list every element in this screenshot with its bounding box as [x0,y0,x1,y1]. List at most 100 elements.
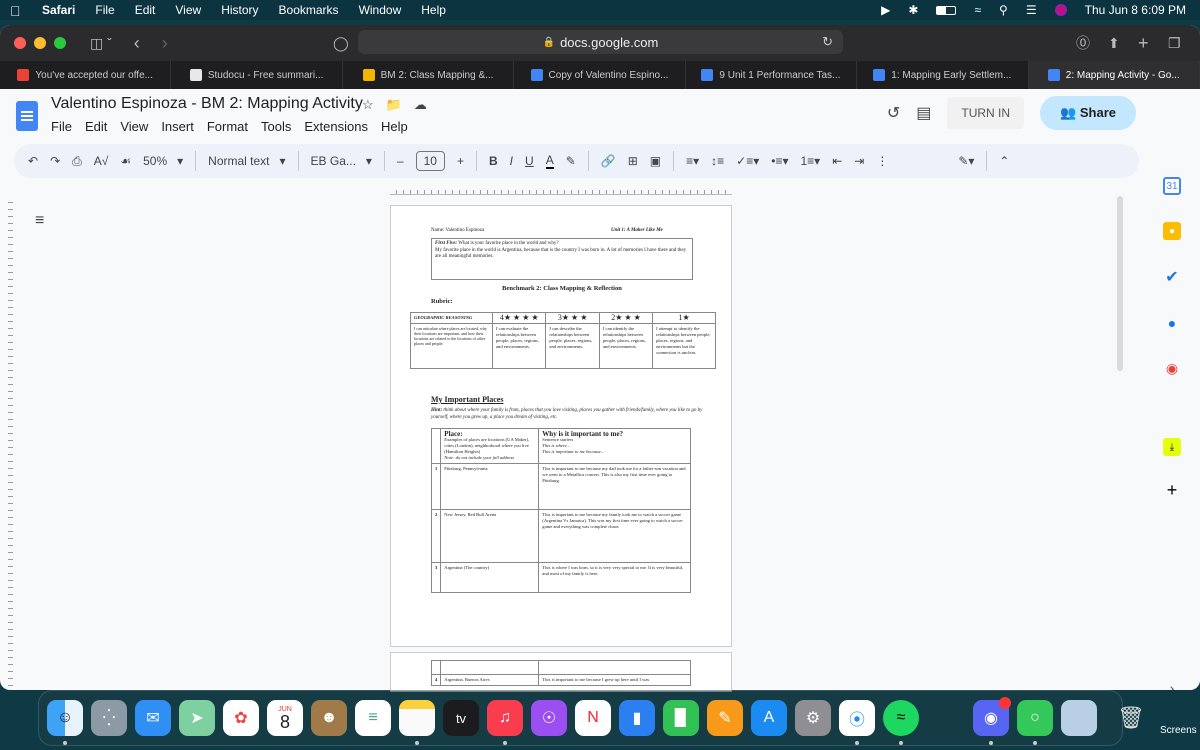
control-center-icon[interactable]: ☰ [1026,3,1037,17]
add-comment-icon[interactable]: ⊞ [628,154,638,168]
docs-menu-help[interactable]: Help [381,119,408,134]
news-icon[interactable]: N [575,700,611,736]
menu-view[interactable]: View [175,3,201,17]
music-icon[interactable]: ♫ [487,700,523,736]
play-icon[interactable]: ▶ [881,3,890,17]
system-settings-icon[interactable]: ⚙ [795,700,831,736]
underline-button[interactable]: U [525,154,534,168]
safari-app-icon[interactable]: ⦿ [839,700,875,736]
line-spacing-icon[interactable]: ↕≡ [711,154,724,168]
downloads-icon[interactable]: ⓪ [1076,33,1090,53]
document-outline-icon[interactable]: ≡ [35,212,44,230]
browser-tab[interactable]: Copy of Valentino Espino... [514,61,686,89]
browser-tab[interactable]: 1: Mapping Early Settlem... [857,61,1029,89]
document-page-2[interactable]: 4 Argentina, Buenos Aires This is import… [390,652,732,692]
font-size-input[interactable]: 10 [415,151,445,171]
maps-app-icon[interactable]: ➤ [179,700,215,736]
trash-icon[interactable]: 🗑 [1113,700,1149,736]
document-title[interactable]: Valentino Espinoza - BM 2: Mapping Activ… [51,95,363,113]
notes-icon[interactable] [399,700,435,736]
calendar-icon[interactable]: 31 [1163,177,1181,195]
move-folder-icon[interactable]: 📁 [386,97,402,113]
vertical-ruler[interactable] [0,196,13,686]
menu-help[interactable]: Help [421,3,446,17]
font-select[interactable]: EB Ga... ▾ [311,154,372,168]
decrease-font-size-button[interactable]: – [397,154,404,168]
text-color-button[interactable]: A [545,153,554,169]
menu-edit[interactable]: Edit [135,3,156,17]
messages-icon[interactable]: ○ [1017,700,1053,736]
print-icon[interactable]: ⎙ [72,154,82,169]
version-history-icon[interactable]: ↺ [887,103,900,123]
browser-tab[interactable]: 9 Unit 1 Performance Tas... [686,61,858,89]
spotlight-search-icon[interactable]: ⚲ [999,3,1008,17]
editing-mode-icon[interactable]: ✎▾ [958,154,974,168]
docs-menu-edit[interactable]: Edit [85,119,107,134]
clock[interactable]: Thu Jun 8 6:09 PM [1085,3,1186,17]
horizontal-ruler[interactable] [390,183,732,195]
more-options-icon[interactable]: ⋮ [876,154,888,168]
keep-icon[interactable]: ● [1163,222,1181,240]
italic-button[interactable]: I [510,154,513,168]
contacts-icon[interactable]: ● [1163,314,1181,332]
document-page[interactable]: Name: Valentino Espinoza Unit 1: A Maker… [390,205,732,647]
browser-tab[interactable]: BM 2: Class Mapping &... [343,61,515,89]
reload-icon[interactable]: ↻ [822,34,833,50]
docs-logo-icon[interactable] [16,101,38,131]
pages-icon[interactable]: ✎ [707,700,743,736]
forward-icon[interactable]: › [162,33,168,54]
paint-format-icon[interactable]: ☙ [120,154,131,168]
download-addon-icon[interactable]: ⤓ [1163,438,1181,456]
browser-tab[interactable]: You've accepted our offe... [0,61,172,89]
docs-menu-tools[interactable]: Tools [261,119,291,134]
desktop-file-label[interactable]: Screens 2023-0...50 [1160,725,1200,737]
insert-image-icon[interactable]: ▣ [650,154,661,168]
docs-menu-format[interactable]: Format [207,119,248,134]
sidebar-toggle-icon[interactable]: ◫ ˇ [90,35,112,52]
docs-menu-view[interactable]: View [120,119,148,134]
numbers-icon[interactable]: ▉ [663,700,699,736]
reminders-icon[interactable]: ≡ [355,700,391,736]
increase-font-size-button[interactable]: + [457,154,464,168]
siri-icon[interactable] [1054,4,1067,16]
apple-icon[interactable]:  [10,3,22,19]
apple-tv-icon[interactable]: tv [443,700,479,736]
address-bar[interactable]: 🔒 docs.google.com ↻ [358,30,843,54]
battery-icon[interactable] [936,5,957,15]
align-icon[interactable]: ≡▾ [686,154,699,168]
checklist-icon[interactable]: ✓≡▾ [736,154,759,168]
style-select[interactable]: Normal text ▾ [208,154,285,168]
wifi-icon[interactable]: ≈ [974,3,981,17]
tasks-icon[interactable]: ✔ [1163,268,1181,286]
menu-history[interactable]: History [221,3,258,17]
spellcheck-icon[interactable]: A√ [94,154,109,168]
bluetooth-icon[interactable]: ✱ [908,3,918,17]
docs-menu-insert[interactable]: Insert [161,119,194,134]
photos-icon[interactable]: ✿ [223,700,259,736]
calendar-app-icon[interactable]: JUN 8 [267,700,303,736]
expand-panel-icon[interactable]: › [1163,679,1181,690]
menu-file[interactable]: File [95,3,114,17]
close-window-button[interactable] [14,37,26,49]
star-icon[interactable]: ☆ [362,97,374,113]
minimize-window-button[interactable] [34,37,46,49]
menu-window[interactable]: Window [359,3,402,17]
share-button[interactable]: 👥 Share [1040,96,1136,130]
launchpad-icon[interactable]: ⁛ [91,700,127,736]
get-addons-icon[interactable]: + [1163,480,1181,500]
undo-icon[interactable]: ↶ [28,154,38,168]
preview-icon[interactable] [1061,700,1097,736]
bulleted-list-icon[interactable]: •≡▾ [771,154,788,168]
bold-button[interactable]: B [489,154,498,168]
app-store-icon[interactable]: A [751,700,787,736]
docs-menu-extensions[interactable]: Extensions [304,119,368,134]
zoom-select[interactable]: 50% ▾ [143,154,183,168]
redo-icon[interactable]: ↷ [50,154,60,168]
podcasts-icon[interactable]: ☉ [531,700,567,736]
contacts-app-icon[interactable]: ☻ [311,700,347,736]
maps-icon[interactable]: ◉ [1163,359,1181,377]
menu-bookmarks[interactable]: Bookmarks [279,3,339,17]
decrease-indent-icon[interactable]: ⇤ [832,154,842,168]
spotify-icon[interactable]: ≈ [883,700,919,736]
vertical-scrollbar[interactable] [1117,196,1123,371]
